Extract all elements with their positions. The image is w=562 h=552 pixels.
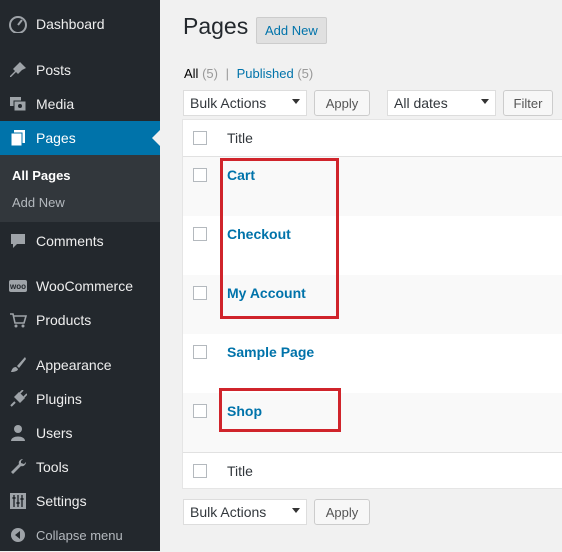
menu-label: WooCommerce <box>36 278 133 294</box>
pin-icon <box>0 61 36 79</box>
row-checkbox[interactable] <box>193 227 207 241</box>
row-checkbox[interactable] <box>193 286 207 300</box>
menu-label: Tools <box>36 459 69 475</box>
pages-submenu: All Pages Add New <box>0 155 160 222</box>
woocommerce-icon: woo <box>9 280 27 292</box>
table-row: Checkout <box>183 216 562 275</box>
add-new-button[interactable]: Add New <box>256 17 327 44</box>
menu-item-media[interactable]: Media <box>0 87 160 121</box>
table-row: Shop <box>183 393 562 452</box>
submenu-add-new[interactable]: Add New <box>12 195 65 210</box>
brush-icon <box>0 356 36 374</box>
apply-button-top[interactable]: Apply <box>314 90 370 116</box>
menu-item-users[interactable]: Users <box>0 416 160 450</box>
cart-icon <box>0 311 36 329</box>
pages-icon <box>0 129 36 147</box>
settings-sliders-icon <box>0 492 36 510</box>
admin-sidebar: Dashboard Posts Media Pages All Pages Ad… <box>0 0 160 551</box>
filter-all[interactable]: All <box>184 66 198 81</box>
row-checkbox[interactable] <box>193 404 207 418</box>
menu-item-plugins[interactable]: Plugins <box>0 382 160 416</box>
menu-label: Appearance <box>36 357 112 373</box>
table-row: Cart <box>183 157 562 216</box>
table-footer: Title <box>183 452 562 489</box>
bulk-actions-value: Bulk Actions <box>190 504 267 520</box>
filter-button[interactable]: Filter <box>503 90 553 116</box>
menu-label: Users <box>36 425 73 441</box>
main-content: Pages Add New All (5) | Published (5) Bu… <box>160 0 562 551</box>
apply-button-bottom[interactable]: Apply <box>314 499 370 525</box>
filter-published-count: (5) <box>297 66 314 81</box>
page-link-checkout[interactable]: Checkout <box>227 226 291 242</box>
filter-separator: | <box>225 66 229 81</box>
collapse-menu-label: Collapse menu <box>36 527 123 543</box>
chevron-down-icon <box>481 99 489 104</box>
menu-item-tools[interactable]: Tools <box>0 450 160 484</box>
menu-label: Plugins <box>36 391 82 407</box>
select-all-checkbox[interactable] <box>193 131 207 145</box>
page-link-my-account[interactable]: My Account <box>227 285 306 301</box>
submenu-all-pages[interactable]: All Pages <box>12 168 71 183</box>
menu-item-products[interactable]: Products <box>0 303 160 337</box>
menu-label: Settings <box>36 493 87 509</box>
table-row: Sample Page <box>183 334 562 393</box>
dashboard-icon <box>0 15 36 33</box>
date-filter-select[interactable]: All dates <box>387 90 496 116</box>
select-all-checkbox-footer[interactable] <box>193 464 207 478</box>
comment-icon <box>0 232 36 250</box>
row-checkbox[interactable] <box>193 168 207 182</box>
menu-item-pages[interactable]: Pages <box>0 121 160 155</box>
collapse-menu-button[interactable]: Collapse menu <box>0 518 160 552</box>
collapse-arrow-icon <box>0 526 36 544</box>
plug-icon <box>0 390 36 408</box>
menu-label: Posts <box>36 62 72 78</box>
menu-label: Comments <box>36 233 104 249</box>
page-title: Pages <box>183 13 249 39</box>
bulk-actions-value: Bulk Actions <box>190 95 267 111</box>
menu-label: Dashboard <box>36 16 105 32</box>
menu-item-appearance[interactable]: Appearance <box>0 348 160 382</box>
page-link-sample-page[interactable]: Sample Page <box>227 344 314 360</box>
pages-table: Title Cart Checkout My Account Sample Pa… <box>182 119 562 489</box>
menu-label: Media <box>36 96 75 112</box>
filter-published[interactable]: Published <box>237 66 294 81</box>
menu-item-dashboard[interactable]: Dashboard <box>0 7 160 41</box>
filter-all-count: (5) <box>202 66 218 81</box>
table-header: Title <box>183 120 562 157</box>
menu-item-comments[interactable]: Comments <box>0 224 160 258</box>
user-icon <box>0 424 36 442</box>
status-filters: All (5) | Published (5) <box>184 66 313 81</box>
table-row: My Account <box>183 275 562 334</box>
menu-label: Pages <box>36 130 76 146</box>
chevron-down-icon <box>292 99 300 104</box>
menu-item-settings[interactable]: Settings <box>0 484 160 518</box>
date-filter-value: All dates <box>394 95 448 111</box>
media-icon <box>0 95 36 113</box>
column-title-footer[interactable]: Title <box>227 463 253 479</box>
menu-item-woocommerce[interactable]: woo WooCommerce <box>0 269 160 303</box>
active-menu-arrow <box>152 130 160 146</box>
page-link-cart[interactable]: Cart <box>227 167 255 183</box>
chevron-down-icon <box>292 508 300 513</box>
menu-item-posts[interactable]: Posts <box>0 53 160 87</box>
wrench-icon <box>0 458 36 476</box>
column-title-header[interactable]: Title <box>227 130 253 146</box>
bulk-actions-select-top[interactable]: Bulk Actions <box>183 90 307 116</box>
page-link-shop[interactable]: Shop <box>227 403 262 419</box>
row-checkbox[interactable] <box>193 345 207 359</box>
bulk-actions-select-bottom[interactable]: Bulk Actions <box>183 499 307 525</box>
menu-label: Products <box>36 312 92 328</box>
